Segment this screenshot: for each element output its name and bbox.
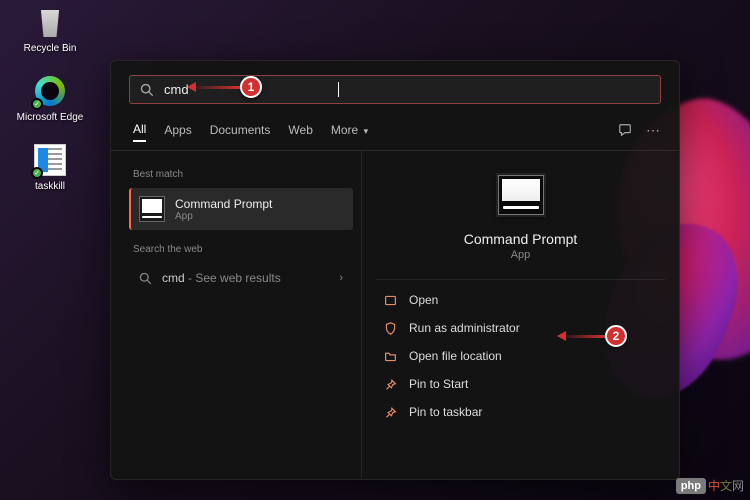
pin-icon (384, 406, 397, 419)
desktop-icon-edge[interactable]: ✓ Microsoft Edge (15, 74, 85, 123)
more-options-button[interactable]: ⋯ (646, 122, 661, 139)
result-web-search[interactable]: cmd - See web results › (129, 263, 353, 293)
open-icon (384, 294, 397, 307)
action-pin-to-taskbar[interactable]: Pin to taskbar (376, 398, 665, 426)
pin-icon (384, 378, 397, 391)
tab-documents[interactable]: Documents (210, 119, 271, 141)
section-label-search-web: Search the web (133, 244, 349, 255)
folder-icon (384, 350, 397, 363)
text-cursor (338, 82, 339, 97)
watermark: php 中文网 (676, 477, 744, 494)
tab-more[interactable]: More ▾ (331, 119, 368, 141)
divider (376, 279, 665, 280)
status-badge-icon: ✓ (31, 167, 43, 179)
action-pin-to-start[interactable]: Pin to Start (376, 370, 665, 398)
preview-actions: Open Run as administrator Open file loca… (376, 286, 665, 426)
section-label-best-match: Best match (133, 169, 349, 180)
recycle-bin-icon (37, 7, 63, 37)
annotation-bubble: 2 (605, 325, 627, 347)
tab-web[interactable]: Web (288, 119, 312, 141)
chevron-down-icon: ▾ (364, 126, 369, 137)
shield-icon (384, 322, 397, 335)
desktop-icon-label: Recycle Bin (24, 43, 77, 54)
search-icon (140, 83, 154, 97)
command-prompt-icon (139, 196, 165, 222)
preview-title: Command Prompt (464, 231, 578, 247)
desktop-icons: Recycle Bin ✓ Microsoft Edge ✓ taskkill (15, 5, 85, 192)
desktop-icon-taskkill[interactable]: ✓ taskkill (15, 143, 85, 192)
result-subtitle: App (175, 211, 272, 222)
desktop-icon-label: taskkill (35, 181, 65, 192)
tab-all[interactable]: All (133, 118, 146, 142)
command-prompt-icon (498, 175, 544, 215)
status-badge-icon: ✓ (31, 98, 43, 110)
annotation-callout-2: 2 (560, 325, 627, 347)
web-result-text: cmd - See web results (162, 271, 281, 285)
desktop-icon-recycle-bin[interactable]: Recycle Bin (15, 5, 85, 54)
result-command-prompt[interactable]: Command Prompt App (129, 188, 353, 230)
chevron-right-icon: › (339, 272, 343, 284)
watermark-text: 中文网 (708, 477, 744, 494)
results-left-column: Best match Command Prompt App Search the… (111, 151, 361, 479)
search-icon (139, 272, 152, 285)
feedback-icon[interactable] (618, 123, 632, 137)
action-open[interactable]: Open (376, 286, 665, 314)
search-tabs: All Apps Documents Web More ▾ ⋯ (111, 114, 679, 151)
preview-subtitle: App (511, 249, 531, 261)
annotation-bubble: 1 (240, 76, 262, 98)
result-title: Command Prompt (175, 197, 272, 211)
annotation-callout-1: 1 (190, 76, 262, 98)
watermark-badge: php (676, 478, 706, 494)
tab-apps[interactable]: Apps (164, 119, 191, 141)
preview-pane: Command Prompt App Open Run as administr… (361, 151, 679, 479)
annotation-arrow (560, 335, 605, 338)
desktop-icon-label: Microsoft Edge (17, 112, 84, 123)
annotation-arrow (190, 86, 240, 89)
start-search-panel: All Apps Documents Web More ▾ ⋯ Best mat… (110, 60, 680, 480)
